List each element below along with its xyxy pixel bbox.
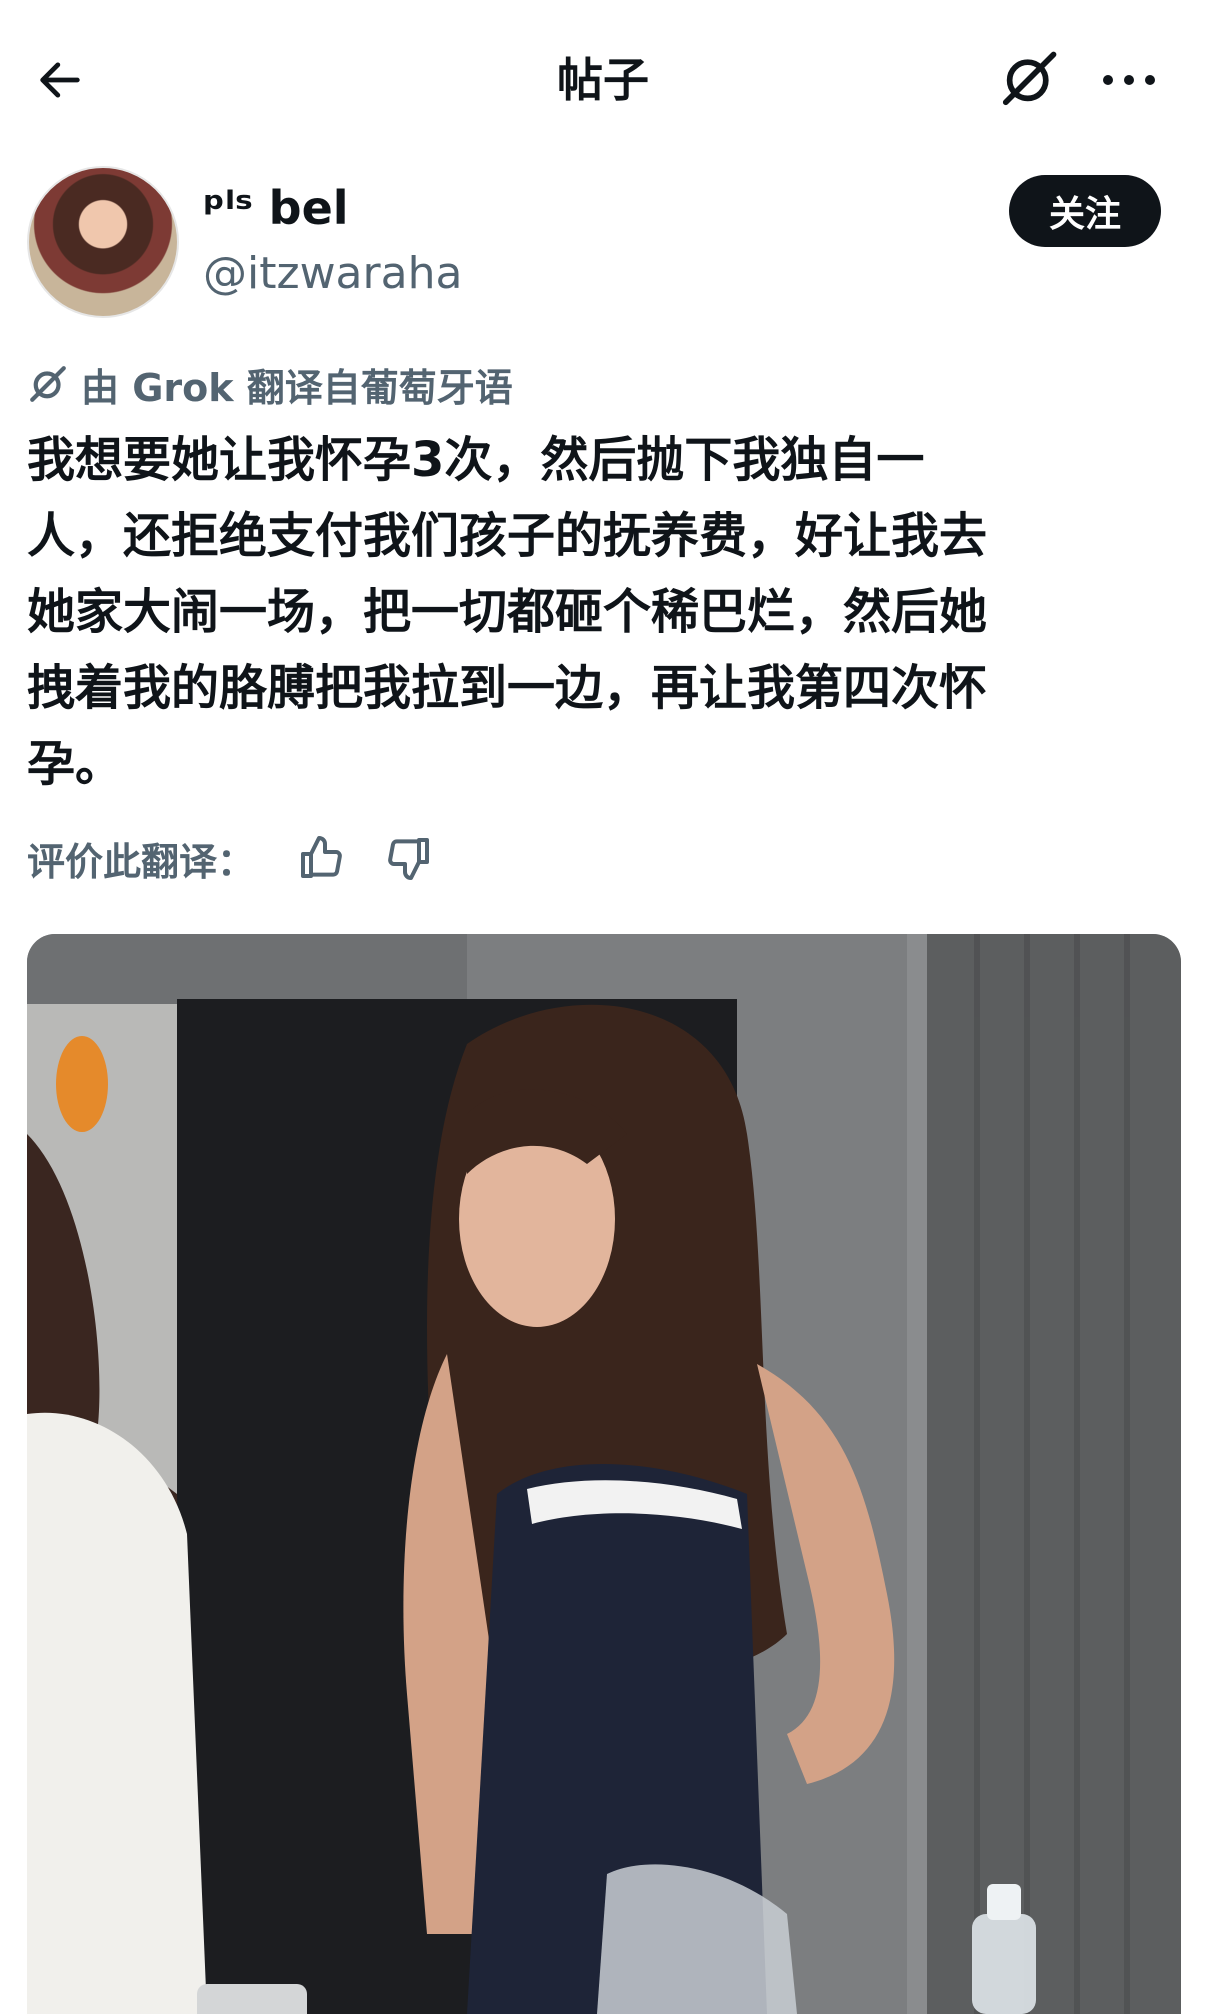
post-media-image[interactable] xyxy=(27,934,1181,2014)
thumbs-up-icon xyxy=(301,836,342,878)
author-handle[interactable]: @itzwaraha xyxy=(203,244,462,304)
post-text: 我想要她让我怀孕3次，然后抛下我独自一 人，还拒绝支付我们孩子的抚养费，好让我去… xyxy=(27,432,988,792)
translation-note-text: 由 Grok 翻译自葡萄牙语 xyxy=(81,365,513,410)
grok-icon xyxy=(27,362,71,406)
thumbs-up-button[interactable] xyxy=(293,830,349,886)
avatar[interactable] xyxy=(27,166,179,318)
thumbs-down-button[interactable] xyxy=(381,830,437,886)
more-dots-icon xyxy=(1103,75,1155,85)
translation-note[interactable]: 由 Grok 翻译自葡萄牙语 xyxy=(27,356,513,412)
thumbs-down-icon xyxy=(388,838,430,880)
follow-button[interactable]: 关注 xyxy=(1009,175,1161,247)
rate-translation-label: 评价此翻译： xyxy=(27,839,256,884)
top-bar: 帖子 xyxy=(0,0,1206,150)
author-display-name[interactable]: ᵖˡˢ bel xyxy=(203,178,349,238)
grok-button[interactable] xyxy=(996,46,1062,112)
rate-translation: 评价此翻译： xyxy=(27,826,469,890)
more-options-button[interactable] xyxy=(1094,48,1164,112)
grok-icon xyxy=(1002,51,1057,106)
